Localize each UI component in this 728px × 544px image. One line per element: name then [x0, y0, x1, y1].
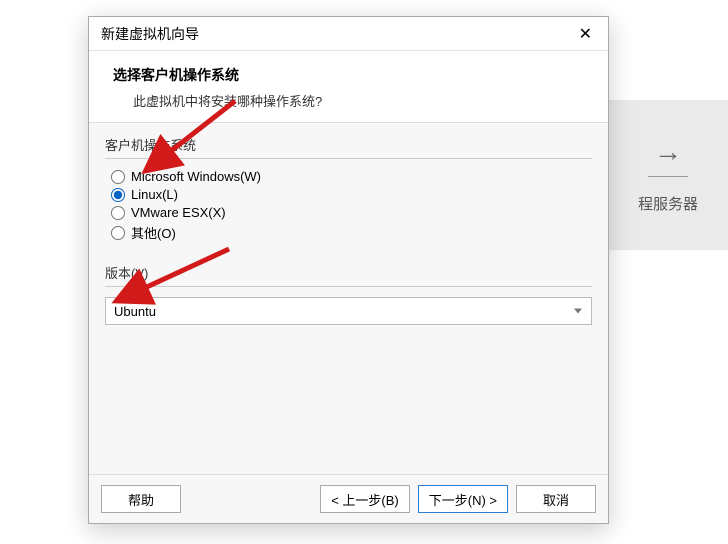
next-button[interactable]: 下一步(N) >: [418, 485, 508, 513]
radio-other[interactable]: 其他(O): [111, 223, 586, 242]
radio-windows[interactable]: Microsoft Windows(W): [111, 169, 586, 184]
dialog-title: 新建虚拟机向导: [101, 24, 199, 44]
radio-linux-input[interactable]: [111, 188, 125, 202]
back-button[interactable]: < 上一步(B): [320, 485, 410, 513]
radio-linux[interactable]: Linux(L): [111, 187, 586, 202]
dialog-header: 选择客户机操作系统 此虚拟机中将安装哪种操作系统?: [89, 51, 608, 123]
radio-windows-input[interactable]: [111, 170, 125, 184]
radio-other-label: 其他(O): [131, 223, 176, 242]
radio-esx[interactable]: VMware ESX(X): [111, 205, 586, 220]
arrow-right-icon: →: [654, 136, 682, 168]
dialog-titlebar: 新建虚拟机向导 ✕: [89, 17, 608, 51]
bg-panel-label: 程服务器: [638, 193, 698, 214]
guest-os-group-label: 客户机操作系统: [105, 135, 592, 154]
close-icon[interactable]: ✕: [571, 22, 600, 46]
version-group-label: 版本(V): [105, 263, 592, 282]
radio-esx-label: VMware ESX(X): [131, 205, 226, 220]
version-select-wrap[interactable]: Ubuntu: [105, 297, 592, 325]
radio-linux-label: Linux(L): [131, 187, 178, 202]
guest-os-options: Microsoft Windows(W) Linux(L) VMware ESX…: [105, 158, 592, 249]
version-group: 版本(V) Ubuntu: [105, 263, 592, 325]
cancel-button[interactable]: 取消: [516, 485, 596, 513]
guest-os-group: 客户机操作系统 Microsoft Windows(W) Linux(L) VM…: [105, 135, 592, 249]
radio-windows-label: Microsoft Windows(W): [131, 169, 261, 184]
dialog-content: 客户机操作系统 Microsoft Windows(W) Linux(L) VM…: [89, 123, 608, 474]
divider: [648, 176, 688, 177]
header-subtitle: 此虚拟机中将安装哪种操作系统?: [113, 91, 584, 110]
help-button[interactable]: 帮助: [101, 485, 181, 513]
header-title: 选择客户机操作系统: [113, 65, 584, 85]
radio-esx-input[interactable]: [111, 206, 125, 220]
background-right-panel: → 程服务器: [608, 100, 728, 250]
radio-other-input[interactable]: [111, 226, 125, 240]
version-select[interactable]: Ubuntu: [105, 297, 592, 325]
dialog-footer: 帮助 < 上一步(B) 下一步(N) > 取消: [89, 474, 608, 523]
new-vm-wizard-dialog: 新建虚拟机向导 ✕ 选择客户机操作系统 此虚拟机中将安装哪种操作系统? 客户机操…: [88, 16, 609, 524]
